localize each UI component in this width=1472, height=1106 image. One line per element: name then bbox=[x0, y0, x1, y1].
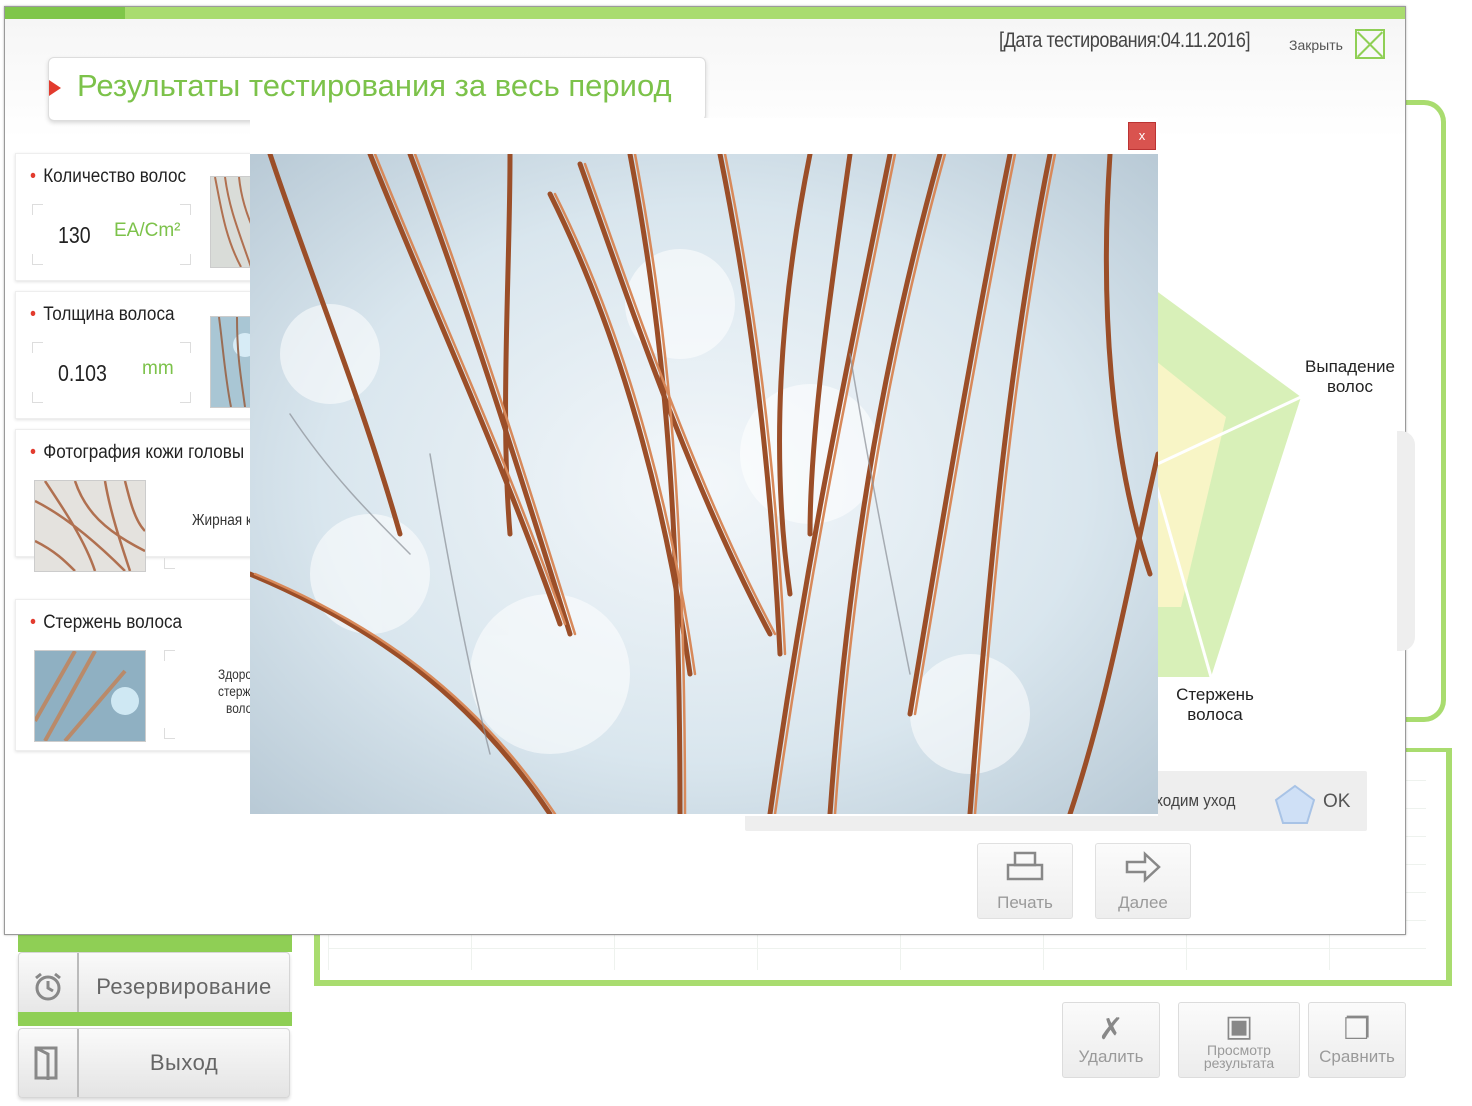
care-text-clip: Необходим уход bbox=[1157, 789, 1257, 811]
test-date: [Дата тестирования:04.11.2016] bbox=[999, 29, 1291, 53]
view-result-label-2: результата bbox=[1203, 1055, 1275, 1071]
hair-count-title: Количество волос bbox=[30, 166, 186, 188]
next-button[interactable]: Далее bbox=[1095, 843, 1191, 919]
test-date-label: [Дата тестирования:04.11.2016] bbox=[999, 29, 1251, 52]
care-ok-label[interactable]: OK bbox=[1323, 791, 1350, 813]
dialog-top-bar bbox=[5, 7, 1405, 19]
compare-label: Сравнить bbox=[1319, 1047, 1395, 1066]
alarm-clock-icon bbox=[19, 953, 79, 1021]
radar-label-hair-loss: Выпадение волос bbox=[1305, 357, 1395, 396]
scalp-microscope-photo bbox=[250, 154, 1158, 814]
hair-count-card[interactable]: Количество волос 130 EA/Cm² bbox=[15, 153, 258, 281]
delete-label: Удалить bbox=[1078, 1047, 1144, 1066]
print-button[interactable]: Печать bbox=[977, 843, 1073, 919]
bracket bbox=[32, 392, 43, 403]
hair-thickness-title: Толщина волоса bbox=[30, 304, 175, 326]
photo-popup: x bbox=[250, 118, 1158, 816]
next-label: Далее bbox=[1118, 892, 1168, 912]
scalp-photo-thumbnail[interactable] bbox=[34, 480, 146, 572]
exit-door-icon bbox=[19, 1029, 79, 1097]
view-result-icon: ▣ bbox=[1224, 1010, 1254, 1043]
bracket bbox=[164, 728, 175, 739]
compare-icon: ❐ bbox=[1343, 1013, 1371, 1046]
dialog-top-bar-accent bbox=[5, 7, 125, 19]
title-marker-icon bbox=[49, 80, 61, 96]
radar-chart bbox=[1151, 287, 1302, 678]
exit-button[interactable]: Выход bbox=[18, 1028, 290, 1098]
bracket bbox=[180, 392, 191, 403]
scalp-photo-title: Фотография кожи головы bbox=[30, 442, 244, 464]
printer-icon bbox=[1005, 850, 1045, 893]
bracket bbox=[180, 342, 191, 353]
side-menu-accent bbox=[18, 934, 292, 952]
page-title: Результаты тестирования за весь период bbox=[77, 68, 672, 103]
page-title-box: Результаты тестирования за весь период bbox=[48, 57, 706, 121]
compare-button[interactable]: ❐ Сравнить bbox=[1308, 1002, 1406, 1078]
reservation-label: Резервирование bbox=[96, 974, 272, 999]
hair-count-unit: EA/Cm² bbox=[114, 220, 181, 241]
side-panel-edge bbox=[1397, 431, 1415, 651]
popup-close-button[interactable]: x bbox=[1128, 122, 1156, 150]
radar-label-hair-shaft: Стержень волоса bbox=[1176, 685, 1254, 724]
bracket bbox=[180, 254, 191, 265]
close-icon[interactable] bbox=[1355, 29, 1385, 59]
pentagon-icon bbox=[1274, 784, 1316, 824]
bracket bbox=[32, 204, 43, 215]
hair-count-value: 130 bbox=[58, 222, 91, 248]
print-label: Печать bbox=[997, 892, 1053, 912]
side-menu-accent bbox=[18, 1012, 292, 1026]
delete-button[interactable]: ✗ Удалить bbox=[1062, 1002, 1160, 1078]
delete-icon: ✗ bbox=[1098, 1013, 1124, 1046]
hair-thickness-value: 0.103 bbox=[58, 360, 107, 386]
close-label[interactable]: Закрыть bbox=[1289, 37, 1343, 53]
bracket bbox=[164, 650, 175, 661]
scalp-photo-card[interactable]: Фотография кожи головы Жирная кожа bbox=[15, 429, 276, 572]
hair-shaft-thumbnail[interactable] bbox=[34, 650, 146, 742]
bracket bbox=[32, 342, 43, 353]
bracket bbox=[32, 254, 43, 265]
arrow-right-icon bbox=[1123, 850, 1163, 893]
hair-shaft-card[interactable]: Стержень волоса Здоровый стержень волоса bbox=[15, 599, 274, 751]
hair-thickness-card[interactable]: Толщина волоса 0.103 mm bbox=[15, 291, 258, 419]
care-text: Необходим уход bbox=[1157, 791, 1236, 810]
view-result-button[interactable]: ▣ Просмотр результата bbox=[1178, 1002, 1300, 1078]
bracket bbox=[180, 204, 191, 215]
hair-thickness-unit: mm bbox=[142, 358, 174, 379]
exit-label: Выход bbox=[149, 1050, 219, 1075]
hair-shaft-title: Стержень волоса bbox=[30, 612, 182, 634]
bracket bbox=[164, 558, 175, 569]
